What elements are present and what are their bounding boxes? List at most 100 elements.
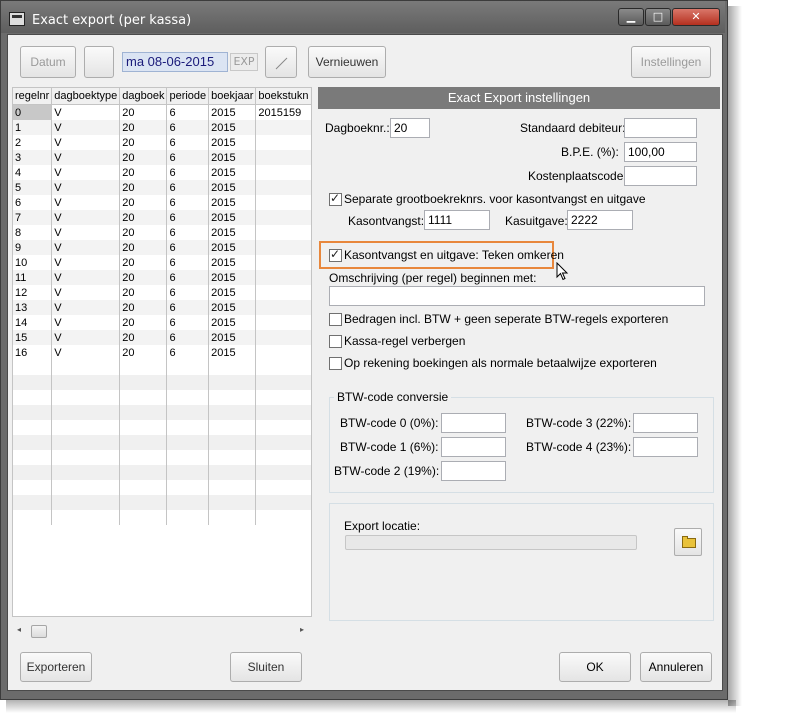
table-cell-boekjaar[interactable]: 2015 bbox=[208, 330, 257, 345]
table-cell-boekjaar[interactable]: 2015 bbox=[208, 210, 257, 225]
table-cell-dagboektype[interactable]: V bbox=[51, 225, 121, 240]
table-cell-boekstukn[interactable] bbox=[255, 195, 311, 210]
btw-code-2-input[interactable] bbox=[441, 461, 506, 481]
table-cell-regelnr[interactable]: 9 bbox=[13, 240, 53, 255]
table-cell-dagboek[interactable]: 20 bbox=[119, 120, 168, 135]
table-cell-dagboek[interactable]: 20 bbox=[119, 345, 168, 360]
date-field[interactable]: ma 08-06-2015 bbox=[122, 52, 228, 72]
table-cell-periode[interactable]: 6 bbox=[166, 255, 210, 270]
table-cell-boekstukn[interactable] bbox=[255, 345, 311, 360]
export-table[interactable]: regelnr dagboektype dagboek periode boek… bbox=[12, 87, 312, 617]
table-cell-boekstukn[interactable] bbox=[255, 150, 311, 165]
table-cell-dagboek[interactable]: 20 bbox=[119, 180, 168, 195]
refresh-button[interactable]: Vernieuwen bbox=[308, 46, 386, 78]
btw-code-0-input[interactable] bbox=[441, 413, 506, 433]
table-cell-dagboektype[interactable]: V bbox=[51, 285, 121, 300]
table-cell-boekjaar[interactable]: 2015 bbox=[208, 300, 257, 315]
standaard-debiteur-input[interactable] bbox=[624, 118, 697, 138]
column-header-regelnr[interactable]: regelnr bbox=[13, 88, 53, 105]
table-cell-periode[interactable]: 6 bbox=[166, 225, 210, 240]
op-rekening-checkbox[interactable] bbox=[329, 357, 342, 370]
table-cell-periode[interactable]: 6 bbox=[166, 135, 210, 150]
table-cell-regelnr[interactable]: 2 bbox=[13, 135, 53, 150]
table-cell-regelnr[interactable]: 13 bbox=[13, 300, 53, 315]
table-row[interactable]: 1 V 20 6 2015 bbox=[13, 120, 311, 135]
table-cell-periode[interactable]: 6 bbox=[166, 345, 210, 360]
table-cell-regelnr[interactable]: 1 bbox=[13, 120, 53, 135]
table-cell-boekjaar[interactable]: 2015 bbox=[208, 270, 257, 285]
table-cell-dagboektype[interactable]: V bbox=[51, 120, 121, 135]
table-cell-regelnr[interactable]: 8 bbox=[13, 225, 53, 240]
btw-code-3-input[interactable] bbox=[633, 413, 698, 433]
table-cell-dagboektype[interactable]: V bbox=[51, 195, 121, 210]
table-cell-dagboek[interactable]: 20 bbox=[119, 255, 168, 270]
browse-folder-button[interactable] bbox=[674, 528, 702, 556]
table-cell-dagboek[interactable]: 20 bbox=[119, 104, 168, 120]
table-cell-dagboek[interactable]: 20 bbox=[119, 225, 168, 240]
scroll-right-icon[interactable]: ▸ bbox=[300, 625, 304, 634]
btw-code-1-input[interactable] bbox=[441, 437, 506, 457]
column-header-dagboek[interactable]: dagboek bbox=[119, 88, 168, 105]
table-cell-dagboektype[interactable]: V bbox=[51, 300, 121, 315]
table-cell-regelnr[interactable]: 7 bbox=[13, 210, 53, 225]
table-cell-regelnr[interactable]: 14 bbox=[13, 315, 53, 330]
table-cell-dagboek[interactable]: 20 bbox=[119, 135, 168, 150]
table-cell-periode[interactable]: 6 bbox=[166, 150, 210, 165]
table-cell-boekstukn[interactable] bbox=[255, 315, 311, 330]
exporteren-button[interactable]: Exporteren bbox=[20, 652, 92, 682]
table-cell-boekjaar[interactable]: 2015 bbox=[208, 240, 257, 255]
table-cell-regelnr[interactable]: 12 bbox=[13, 285, 53, 300]
table-row[interactable]: 12 V 20 6 2015 bbox=[13, 285, 311, 300]
ok-button[interactable]: OK bbox=[559, 652, 631, 682]
table-row[interactable]: 7 V 20 6 2015 bbox=[13, 210, 311, 225]
table-cell-boekstukn[interactable] bbox=[255, 210, 311, 225]
separate-grootboek-checkbox[interactable] bbox=[329, 191, 342, 206]
export-locatie-field[interactable] bbox=[345, 535, 637, 550]
table-cell-dagboek[interactable]: 20 bbox=[119, 315, 168, 330]
table-row[interactable]: 14 V 20 6 2015 bbox=[13, 315, 311, 330]
table-cell-periode[interactable]: 6 bbox=[166, 285, 210, 300]
table-cell-boekjaar[interactable]: 2015 bbox=[208, 225, 257, 240]
table-cell-dagboek[interactable]: 20 bbox=[119, 210, 168, 225]
table-row[interactable]: 5 V 20 6 2015 bbox=[13, 180, 311, 195]
table-cell-boekjaar[interactable]: 2015 bbox=[208, 195, 257, 210]
table-cell-boekjaar[interactable]: 2015 bbox=[208, 104, 257, 120]
table-cell-boekstukn[interactable] bbox=[255, 165, 311, 180]
table-cell-periode[interactable]: 6 bbox=[166, 330, 210, 345]
table-cell-regelnr[interactable]: 15 bbox=[13, 330, 53, 345]
column-header-boekstuknr[interactable]: boekstukn bbox=[255, 88, 311, 105]
table-cell-regelnr[interactable]: 3 bbox=[13, 150, 53, 165]
table-cell-boekstukn[interactable] bbox=[255, 300, 311, 315]
table-cell-dagboek[interactable]: 20 bbox=[119, 195, 168, 210]
table-cell-dagboektype[interactable]: V bbox=[51, 180, 121, 195]
datum-button[interactable]: Datum bbox=[20, 46, 76, 78]
table-cell-boekjaar[interactable]: 2015 bbox=[208, 120, 257, 135]
table-cell-dagboektype[interactable]: V bbox=[51, 255, 121, 270]
omschrijving-input[interactable] bbox=[329, 286, 705, 306]
table-cell-boekjaar[interactable]: 2015 bbox=[208, 345, 257, 360]
table-cell-dagboektype[interactable]: V bbox=[51, 104, 121, 120]
table-cell-regelnr[interactable]: 5 bbox=[13, 180, 53, 195]
table-cell-regelnr[interactable]: 10 bbox=[13, 255, 53, 270]
table-cell-periode[interactable]: 6 bbox=[166, 120, 210, 135]
table-row[interactable]: 4 V 20 6 2015 bbox=[13, 165, 311, 180]
table-cell-dagboektype[interactable]: V bbox=[51, 330, 121, 345]
kassa-regel-checkbox[interactable] bbox=[329, 335, 342, 348]
table-cell-regelnr[interactable]: 4 bbox=[13, 165, 53, 180]
table-cell-dagboektype[interactable]: V bbox=[51, 240, 121, 255]
table-cell-periode[interactable]: 6 bbox=[166, 300, 210, 315]
settings-button[interactable]: Instellingen bbox=[631, 46, 711, 78]
date-picker-button[interactable] bbox=[84, 46, 114, 78]
table-cell-regelnr[interactable]: 0 bbox=[13, 104, 53, 120]
table-cell-dagboek[interactable]: 20 bbox=[119, 150, 168, 165]
table-cell-boekstukn[interactable]: 2015159 bbox=[255, 104, 311, 120]
incl-btw-checkbox[interactable] bbox=[329, 313, 342, 326]
sluiten-button[interactable]: Sluiten bbox=[230, 652, 302, 682]
teken-omkeren-checkbox[interactable] bbox=[329, 247, 342, 262]
table-cell-dagboektype[interactable]: V bbox=[51, 315, 121, 330]
table-cell-periode[interactable]: 6 bbox=[166, 180, 210, 195]
table-cell-periode[interactable]: 6 bbox=[166, 270, 210, 285]
table-cell-boekstukn[interactable] bbox=[255, 120, 311, 135]
table-cell-dagboektype[interactable]: V bbox=[51, 210, 121, 225]
table-row[interactable]: 15 V 20 6 2015 bbox=[13, 330, 311, 345]
